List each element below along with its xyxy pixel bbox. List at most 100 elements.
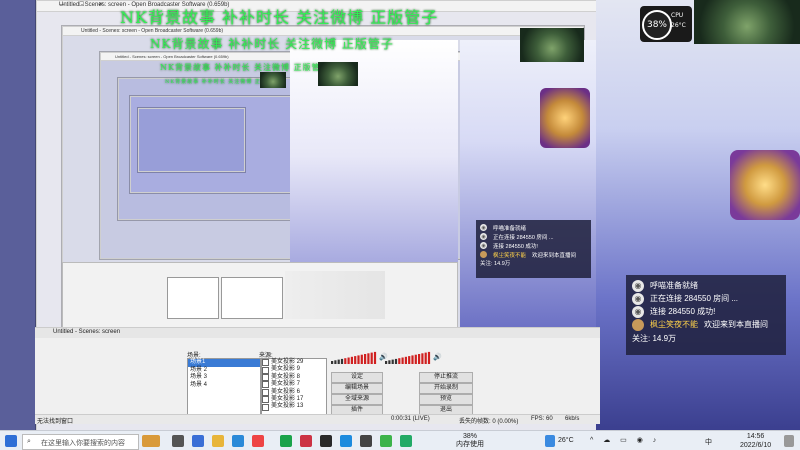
chat-username: 枫尘笑夜不能 — [650, 320, 698, 329]
chat-message-text: 呼喵准备就绪 — [650, 281, 698, 290]
game-icon[interactable] — [142, 435, 160, 447]
cpu-temp: 26°C — [671, 22, 686, 29]
meter-bar — [401, 357, 404, 364]
controls-mirror — [285, 271, 385, 319]
scenes-list[interactable]: 场景1 场景 2 场景 3 场景 4 — [187, 358, 261, 417]
sources-list-mirror — [221, 277, 283, 319]
meter-bar — [347, 357, 350, 364]
source-checkbox[interactable] — [262, 396, 269, 404]
weather-icon — [545, 435, 555, 447]
music-icon[interactable] — [300, 435, 312, 447]
start-recording-button[interactable]: 开始录制 — [419, 383, 473, 394]
chat-message: ◉ 连接 284550 成功! — [632, 305, 780, 318]
source-item[interactable]: 美女投影 6 — [262, 389, 326, 396]
app-icon-4[interactable] — [380, 435, 392, 447]
scene-item[interactable]: 场景 2 — [188, 367, 260, 375]
app-icon-3[interactable] — [340, 435, 352, 447]
info-icon: ◉ — [480, 233, 487, 240]
chat-message-text: 连接 284550 成功! — [493, 243, 538, 250]
search-placeholder: 在这里输入你要搜索的内容 — [41, 440, 125, 447]
anniversary-badge — [730, 150, 800, 220]
scene-item[interactable]: 场景1 — [188, 359, 260, 367]
meter-bar — [350, 356, 353, 364]
clock[interactable]: 14:56 2022/6/10 — [740, 432, 771, 450]
battery-percent: 38% — [642, 10, 672, 40]
meter-bar — [408, 356, 411, 364]
meter-bar — [424, 352, 427, 364]
meter-bar — [370, 352, 373, 364]
terminal-icon[interactable] — [320, 435, 332, 447]
scenes-list-mirror — [167, 277, 219, 319]
source-checkbox[interactable] — [262, 359, 269, 367]
chat-overlay: ◉ 呼喵准备就绪 ◉ 正在连接 284550 房间 ... ◉ 连接 284550 成… — [626, 275, 786, 355]
weather-temp: 26°C — [558, 437, 574, 444]
meter-bar — [331, 361, 334, 364]
start-icon[interactable] — [5, 435, 17, 447]
chat-message: ◉ 呼喵准备就绪 — [480, 223, 587, 232]
wechat-icon[interactable] — [280, 435, 292, 447]
source-checkbox[interactable] — [262, 403, 269, 411]
monster-artwork-3 — [318, 62, 358, 86]
settings-button[interactable]: 设定 — [331, 372, 383, 383]
obs-title-bar: Untitled - Scenes: screen — [35, 328, 600, 338]
ime-indicator[interactable]: 中 — [705, 437, 712, 447]
follower-count: 关注: 14.9万 — [632, 334, 677, 343]
source-checkbox[interactable] — [262, 366, 269, 374]
taskbar: ⌕ 在这里输入你要搜索的内容 38% 内存使用 26°C ^ ☁ ▭ ◉ ♪ 中… — [0, 430, 800, 450]
search-icon: ⌕ — [27, 438, 31, 445]
meter-bar — [360, 354, 363, 364]
app-icon-2[interactable] — [252, 435, 264, 447]
memory-label: 内存使用 — [456, 441, 484, 448]
stop-stream-button[interactable]: 停止推流 — [419, 372, 473, 383]
global-sources-button[interactable]: 全域来源 — [331, 394, 383, 405]
browser-icon[interactable] — [232, 435, 244, 447]
task-view-icon[interactable] — [172, 435, 184, 447]
app-icon-5[interactable] — [400, 435, 412, 447]
sources-list[interactable]: 美女投影 29 美女投影 9 美女投影 8 美女投影 7 美女投影 6 美女投影… — [261, 358, 327, 417]
source-label: 美女投影 9 — [271, 366, 301, 373]
source-checkbox[interactable] — [262, 388, 269, 396]
source-item[interactable]: 美女投影 7 — [262, 381, 326, 389]
banner-text-3: NK背景故事 补补时长 关注微博 正版管子 — [160, 63, 330, 72]
monster-artwork — [694, 0, 800, 44]
preview-button[interactable]: 预览 — [419, 394, 473, 405]
window-title-3: Untitled - Scenes: screen - Open Broadca… — [115, 54, 229, 59]
source-label: 美女投影 7 — [271, 381, 301, 388]
meter-bar — [385, 361, 388, 364]
memory-percent: 38% — [462, 433, 477, 440]
taskbar-search[interactable]: ⌕ 在这里输入你要搜索的内容 — [22, 434, 139, 450]
obs-icon[interactable] — [360, 435, 372, 447]
source-item[interactable]: 美女投影 9 — [262, 366, 326, 374]
obs-control-panel: Untitled - Scenes: screen 场景: 来源: 场景1 场景… — [35, 327, 600, 425]
speaker-icon[interactable]: 🔊 — [379, 353, 388, 361]
edit-scene-button[interactable]: 编辑场景 — [331, 383, 383, 394]
desktop-volume-meter[interactable] — [331, 351, 379, 365]
meter-bar — [337, 359, 340, 364]
clock-date: 2022/6/10 — [740, 442, 772, 449]
app-icon[interactable] — [192, 435, 204, 447]
file-explorer-icon[interactable] — [212, 435, 224, 447]
obs-panel-title: Untitled - Scenes: screen — [53, 329, 121, 335]
anniversary-badge-2 — [540, 88, 590, 148]
mic-icon[interactable]: 🔊 — [433, 353, 442, 361]
screen-root: Untitled - Scenes: screen - Open Broadca… — [0, 0, 800, 450]
meter-bar — [354, 356, 357, 364]
scene-item[interactable]: 场景 3 — [188, 374, 260, 382]
source-item[interactable]: 美女投影 13 — [262, 403, 326, 411]
inner-stream-2 — [460, 40, 596, 330]
source-checkbox[interactable] — [262, 373, 269, 381]
chat-message: 枫尘笑夜不能 欢迎来到本直播间 — [632, 318, 780, 331]
meter-bar — [411, 355, 414, 364]
system-tray-icons[interactable]: ^ ☁ ▭ ◉ ♪ — [590, 436, 660, 444]
meter-bar — [404, 356, 407, 364]
meter-bar — [421, 353, 424, 364]
follower-count: 关注: 14.9万 — [480, 261, 511, 267]
source-checkbox[interactable] — [262, 381, 269, 389]
notification-icon[interactable] — [784, 435, 794, 447]
stream-time: 0:00:31 (LIVE) — [391, 416, 430, 422]
obs-status-bar: 无法找到窗口 0:00:31 (LIVE) 丢失的帧数: 0 (0.00%) F… — [35, 414, 600, 425]
meter-bar — [427, 351, 431, 364]
chat-message: ◉ 正在连接 284550 房间 ... — [480, 232, 587, 241]
mic-volume-meter[interactable] — [385, 351, 433, 365]
scene-item[interactable]: 场景 4 — [188, 382, 260, 390]
